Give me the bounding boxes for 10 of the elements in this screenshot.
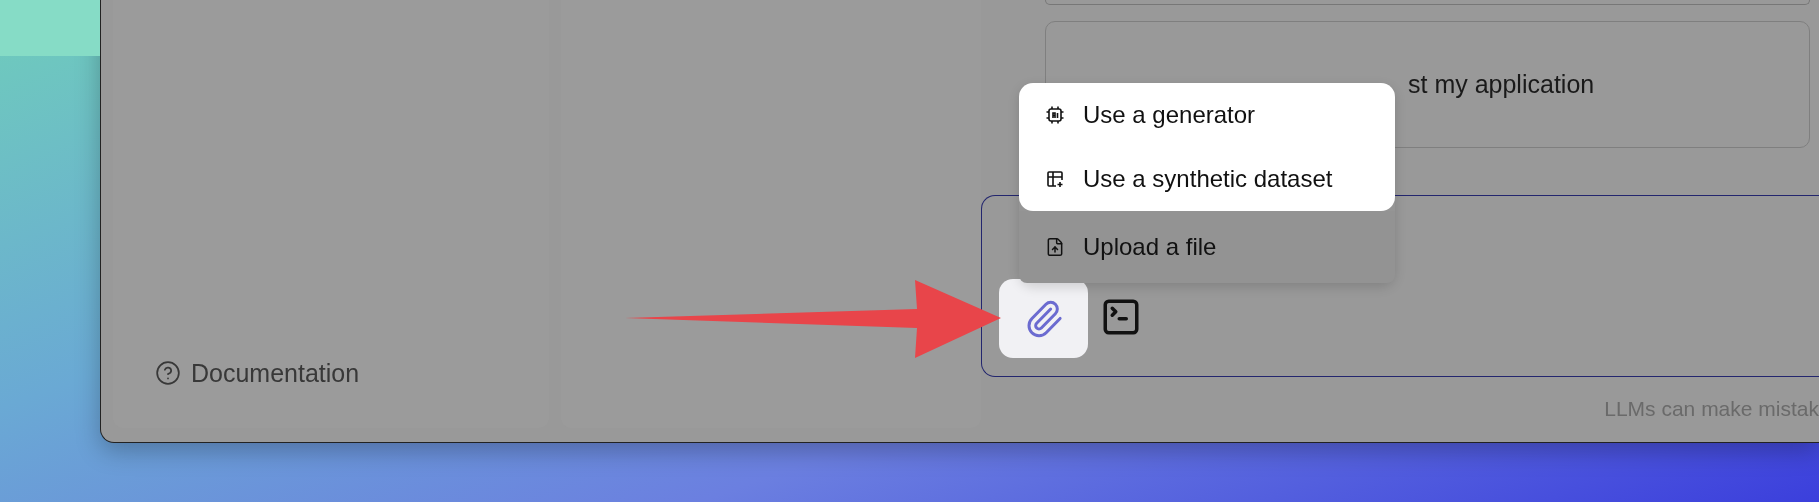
documentation-link[interactable]: Documentation (155, 354, 549, 392)
menu-item[interactable]: Upload a file (1019, 211, 1395, 283)
suggestion-text: st my application (1408, 68, 1595, 100)
chip-icon (1045, 105, 1065, 125)
menu-item[interactable]: Use a synthetic dataset (1019, 147, 1395, 211)
help-icon (155, 360, 181, 387)
table-plus-icon (1045, 169, 1065, 189)
attach-button[interactable] (999, 279, 1088, 358)
file-upload-icon (1045, 237, 1065, 257)
menu-item[interactable]: Use a generator (1019, 83, 1395, 147)
